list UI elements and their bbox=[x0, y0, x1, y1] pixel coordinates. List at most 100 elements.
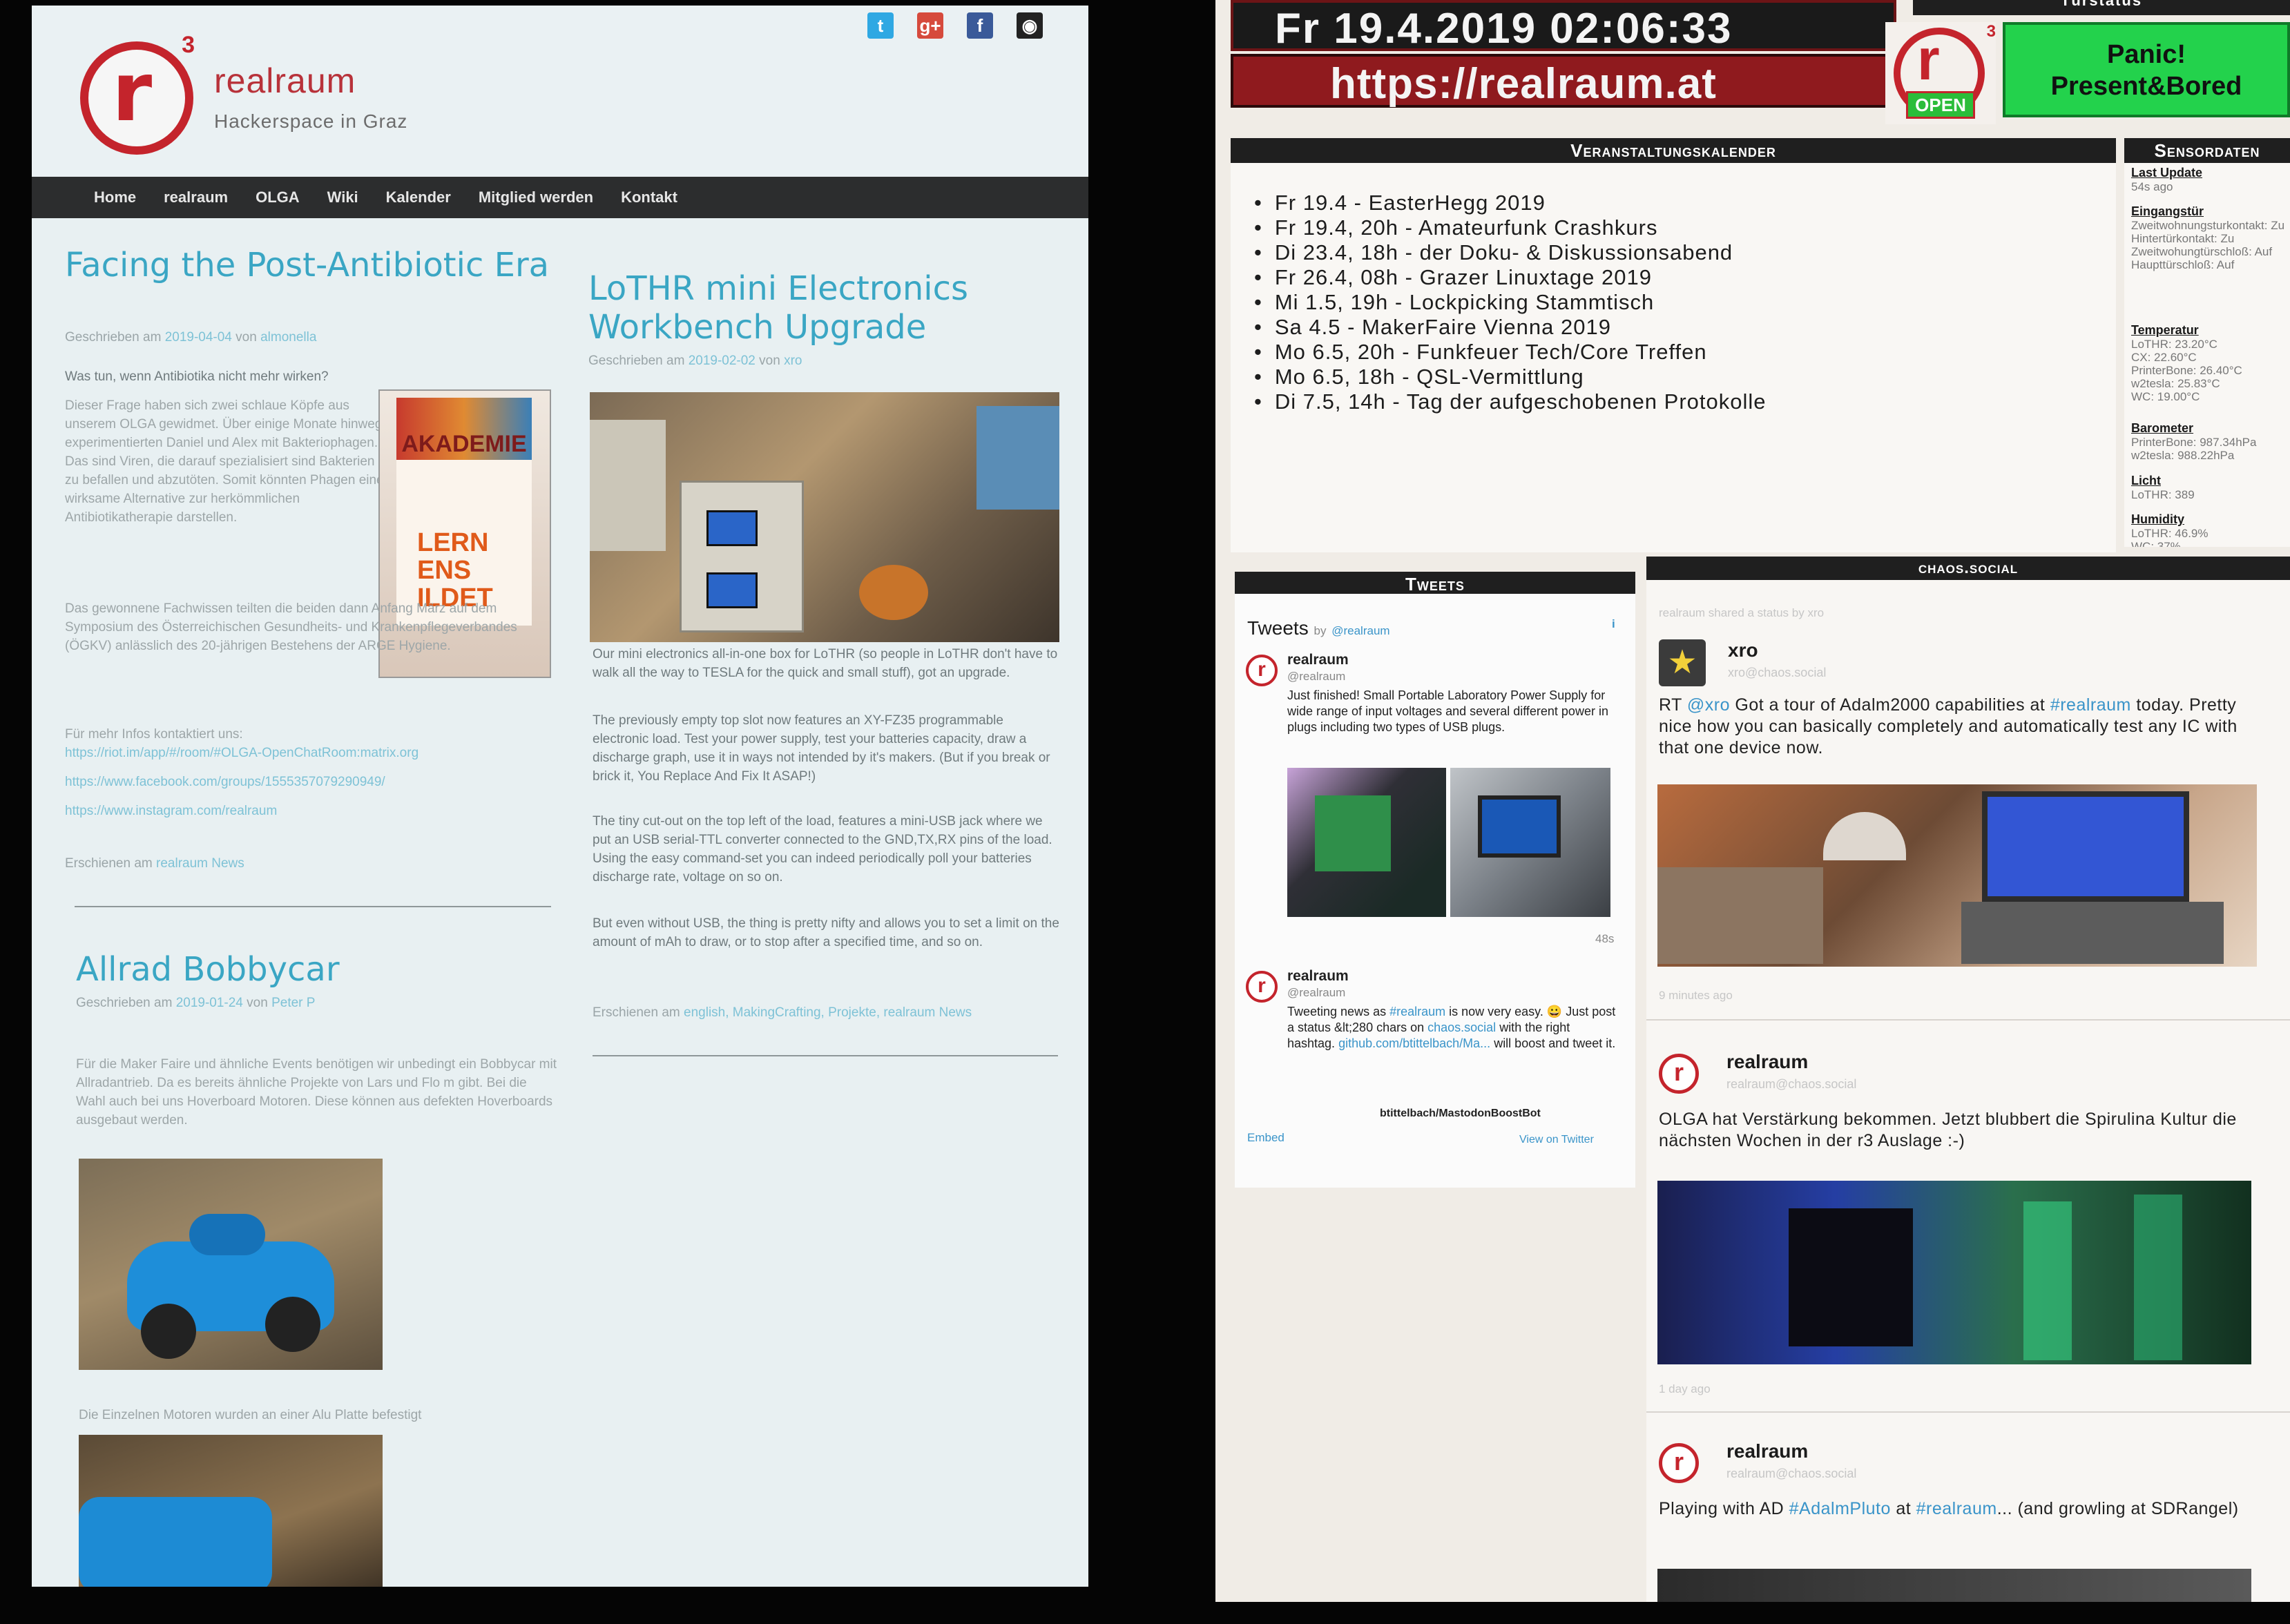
tweet-author-handle[interactable]: @realraum bbox=[1287, 670, 1345, 684]
facebook-icon[interactable]: f bbox=[967, 12, 993, 39]
calendar-event[interactable]: Di 7.5, 14h - Tag der aufgeschobenen Pro… bbox=[1254, 389, 1767, 414]
status-author-name[interactable]: realraum bbox=[1726, 1440, 1808, 1462]
info-icon[interactable]: i bbox=[1612, 617, 1615, 631]
status-photo-partial[interactable] bbox=[1657, 1569, 2251, 1602]
category-link[interactable]: realraum News bbox=[156, 856, 244, 871]
calendar-event[interactable]: Mo 6.5, 20h - Funkfeuer Tech/Core Treffe… bbox=[1254, 340, 1767, 365]
status-author-handle[interactable]: realraum@chaos.social bbox=[1726, 1467, 1856, 1481]
left-monitor-screen: r 3 realraum Hackerspace in Graz t g+ f … bbox=[32, 6, 1088, 1587]
view-on-twitter-link[interactable]: View on Twitter bbox=[1519, 1134, 1594, 1146]
lcd-screen bbox=[1478, 795, 1561, 858]
photo-caption: Die Einzelnen Motoren wurden an einer Al… bbox=[79, 1408, 422, 1422]
bobbycar-photo bbox=[79, 1159, 383, 1370]
calendar-event[interactable]: Fr 19.4 - EasterHegg 2019 bbox=[1254, 191, 1767, 215]
realraum-logo[interactable]: r 3 bbox=[80, 32, 195, 155]
status-photo-lab[interactable] bbox=[1657, 784, 2257, 967]
sensor-title: Sensordaten bbox=[2124, 138, 2290, 163]
wheel bbox=[265, 1297, 320, 1352]
tweet-author-name[interactable]: realraum bbox=[1287, 968, 1349, 985]
calendar-event[interactable]: Di 23.4, 18h - der Doku- & Diskussionsab… bbox=[1254, 240, 1767, 265]
nav-item-kontakt[interactable]: Kontakt bbox=[621, 188, 677, 206]
status-author-name[interactable]: xro bbox=[1728, 639, 1758, 661]
nav-item-olga[interactable]: OLGA bbox=[256, 188, 300, 206]
tweet-card-title[interactable]: btittelbach/MastodonBoostBot bbox=[1380, 1108, 1541, 1120]
sensor-value: PrinterBone: 987.34hPa bbox=[2131, 436, 2257, 449]
post-date-link[interactable]: 2019-02-02 bbox=[689, 354, 756, 368]
facebook-link[interactable]: https://www.facebook.com/groups/15553570… bbox=[65, 775, 385, 790]
status-text-part: ... (and growling at SDRangel) bbox=[1996, 1499, 2239, 1518]
laptop-screen bbox=[1982, 791, 2189, 902]
user-avatar[interactable]: ★ bbox=[1659, 639, 1706, 686]
motor-photo bbox=[79, 1435, 383, 1587]
tweets-handle-link[interactable]: @realraum bbox=[1331, 624, 1389, 637]
tweet-image-board[interactable] bbox=[1287, 768, 1446, 917]
chaos-social-title: chaos.social bbox=[1646, 557, 2290, 580]
status-photo-spirulina[interactable] bbox=[1657, 1181, 2251, 1364]
nav-item-wiki[interactable]: Wiki bbox=[327, 188, 358, 206]
post-author-link[interactable]: almonella bbox=[260, 330, 316, 345]
post-author-link[interactable]: xro bbox=[784, 354, 802, 368]
post-title-bobbycar[interactable]: Allrad Bobbycar bbox=[76, 950, 559, 989]
post-divider bbox=[75, 906, 551, 907]
nav-item-realraum[interactable]: realraum bbox=[164, 188, 228, 206]
user-avatar[interactable]: r bbox=[1659, 1054, 1699, 1094]
hashtag-link[interactable]: #realraum bbox=[2050, 695, 2131, 715]
instagram-link[interactable]: https://www.instagram.com/realraum bbox=[65, 804, 277, 819]
status-time[interactable]: 9 minutes ago bbox=[1659, 989, 1733, 1003]
tweet-avatar[interactable]: r bbox=[1246, 655, 1278, 686]
tweet-image-device[interactable] bbox=[1450, 768, 1610, 917]
google-plus-icon[interactable]: g+ bbox=[917, 12, 943, 39]
tweet-avatar[interactable]: r bbox=[1246, 971, 1278, 1003]
sensor-panel: Last Update 54s ago Eingangstür Zweitwoh… bbox=[2124, 163, 2290, 547]
tweet-time[interactable]: 48s bbox=[1595, 932, 1614, 946]
status-author-name[interactable]: realraum bbox=[1726, 1051, 1808, 1073]
url-text[interactable]: https://realraum.at bbox=[1330, 59, 1717, 108]
logo-letter: r bbox=[1917, 27, 1940, 92]
post-title-lothr-workbench[interactable]: LoTHR mini Electronics Workbench Upgrade bbox=[588, 269, 1072, 347]
sensor-heading: Eingangstür bbox=[2131, 204, 2204, 218]
embed-link[interactable]: Embed bbox=[1247, 1131, 1284, 1145]
post-title-antibiotic[interactable]: Facing the Post-Antibiotic Era bbox=[65, 246, 562, 284]
sensor-value: Hintertürkontakt: Zu bbox=[2131, 232, 2235, 245]
sensor-value: WC: 19.00°C bbox=[2131, 390, 2200, 403]
hashtag-link[interactable]: #realraum bbox=[1389, 1005, 1445, 1018]
calendar-event[interactable]: Fr 19.4, 20h - Amateurfunk Crashkurs bbox=[1254, 215, 1767, 240]
user-avatar[interactable]: r bbox=[1659, 1443, 1699, 1483]
status-author-handle[interactable]: xro@chaos.social bbox=[1728, 666, 1826, 680]
post-date-link[interactable]: 2019-01-24 bbox=[176, 996, 243, 1010]
github-link[interactable]: github.com/btittelbach/Ma... bbox=[1338, 1036, 1490, 1050]
calendar-event[interactable]: Fr 26.4, 08h - Grazer Linuxtage 2019 bbox=[1254, 265, 1767, 290]
status-time[interactable]: 1 day ago bbox=[1659, 1382, 1711, 1396]
calendar-event[interactable]: Mo 6.5, 18h - QSL-Vermittlung bbox=[1254, 365, 1767, 389]
hashtag-link[interactable]: #realraum bbox=[1916, 1499, 1997, 1518]
post-date-link[interactable]: 2019-04-04 bbox=[165, 330, 232, 345]
desk-lamp bbox=[1823, 812, 1906, 860]
lcd-display bbox=[706, 572, 758, 608]
tweet-author-handle[interactable]: @realraum bbox=[1287, 986, 1345, 1000]
category-links[interactable]: english, MakingCrafting, Projekte, realr… bbox=[684, 1005, 972, 1020]
right-monitor-screen: Fr 19.4.2019 02:06:33 https://realraum.a… bbox=[1215, 0, 2290, 1602]
nav-item-mitglied-werden[interactable]: Mitglied werden bbox=[479, 188, 593, 206]
nav-item-kalender[interactable]: Kalender bbox=[386, 188, 451, 206]
post-author-link[interactable]: Peter P bbox=[271, 996, 315, 1010]
riot-link[interactable]: https://riot.im/app/#/room/#OLGA-OpenCha… bbox=[65, 746, 418, 761]
calendar-event[interactable]: Mi 1.5, 19h - Lockpicking Stammtisch bbox=[1254, 290, 1767, 315]
sensor-value: 54s ago bbox=[2131, 180, 2173, 193]
calendar-events: Fr 19.4 - EasterHegg 2019 Fr 19.4, 20h -… bbox=[1254, 191, 1767, 414]
github-icon[interactable]: ◉ bbox=[1017, 12, 1043, 39]
nav-item-home[interactable]: Home bbox=[94, 188, 136, 206]
hashtag-link[interactable]: #AdalmPluto bbox=[1789, 1499, 1891, 1518]
meta-by: von bbox=[247, 996, 268, 1010]
status-author-handle[interactable]: realraum@chaos.social bbox=[1726, 1077, 1856, 1092]
tweet-author-name[interactable]: realraum bbox=[1287, 652, 1349, 668]
tweet-text: Just finished! Small Portable Laboratory… bbox=[1287, 688, 1608, 734]
twitter-icon[interactable]: t bbox=[867, 12, 894, 39]
site-title[interactable]: realraum bbox=[214, 61, 356, 101]
chaos-social-link[interactable]: chaos.social bbox=[1427, 1021, 1496, 1034]
mention-link[interactable]: @xro bbox=[1687, 695, 1730, 715]
pcb bbox=[1315, 795, 1391, 871]
calendar-event[interactable]: Sa 4.5 - MakerFaire Vienna 2019 bbox=[1254, 315, 1767, 340]
tweets-panel-title: Tweets bbox=[1235, 572, 1635, 597]
poster-heading: AKADEMIE bbox=[401, 431, 527, 457]
sensor-heading: Barometer bbox=[2131, 421, 2194, 435]
